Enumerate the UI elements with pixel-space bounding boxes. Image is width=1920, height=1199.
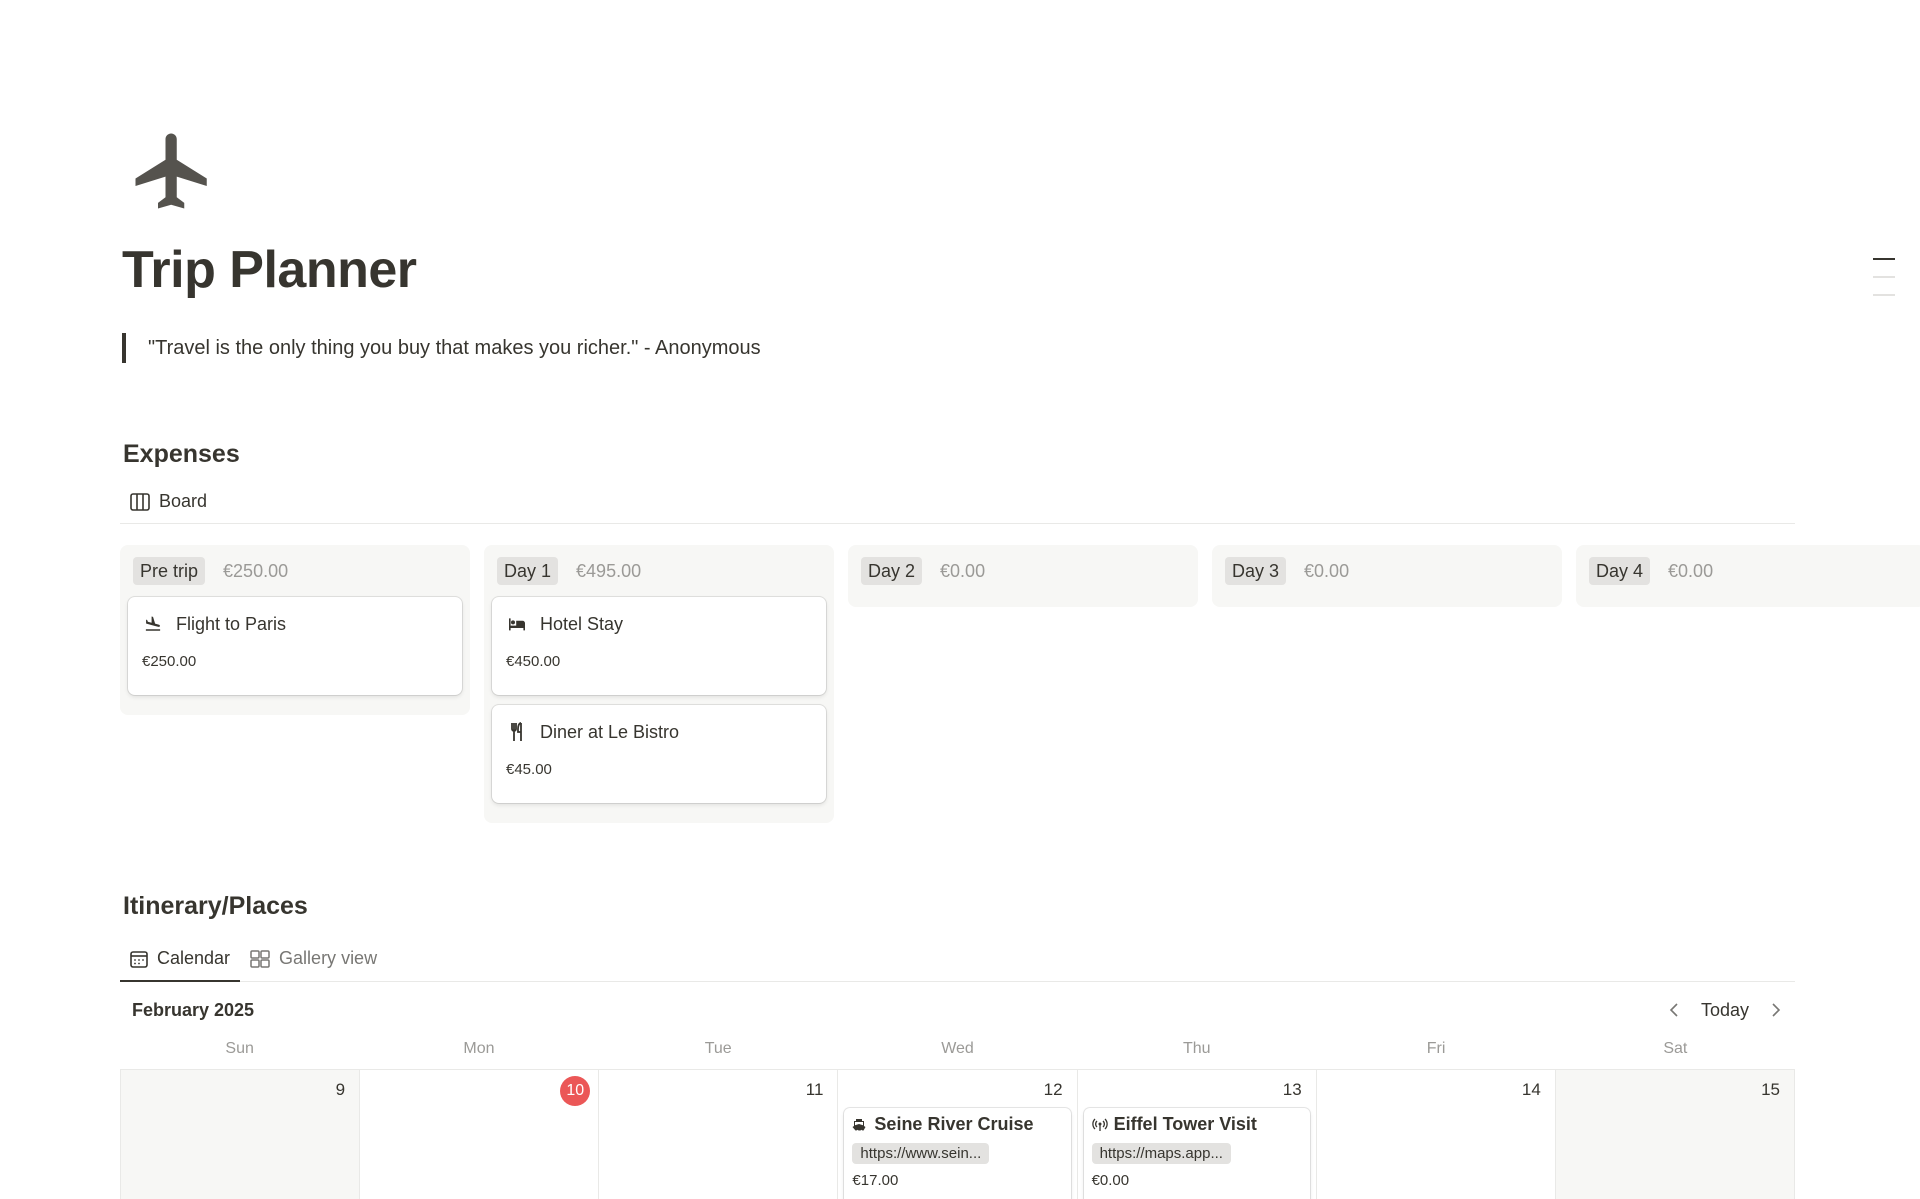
card-amount: €450.00 <box>506 653 561 670</box>
expense-card[interactable]: Flight to Paris €250.00 <box>128 597 462 695</box>
weekday-label: Thu <box>1182 1040 1211 1057</box>
column-header: Day 2 €0.00 <box>856 545 1190 597</box>
board-column-day-4: Day 4 €0.00 <box>1576 545 1920 607</box>
bed-icon <box>506 613 528 635</box>
column-sum: €0.00 <box>940 560 986 581</box>
day-number: 13 <box>1282 1080 1302 1099</box>
calendar-day-cell[interactable]: 14 <box>1317 1070 1556 1199</box>
column-tag[interactable]: Day 4 <box>1589 557 1651 585</box>
calendar-header: February 2025 Today <box>120 990 1795 1030</box>
column-sum: €250.00 <box>223 560 289 581</box>
day-number: 14 <box>1521 1080 1541 1099</box>
chevron-right-icon <box>1772 1003 1781 1017</box>
today-button[interactable]: Today <box>1695 995 1755 1025</box>
fork-knife-icon <box>506 721 528 743</box>
previous-month-button[interactable] <box>1663 995 1685 1025</box>
event-title: Eiffel Tower Visit <box>1113 1114 1257 1134</box>
itinerary-heading: Itinerary/Places <box>123 892 308 920</box>
weekday-label: Fri <box>1426 1040 1446 1057</box>
broadcast-icon <box>1091 1117 1108 1133</box>
column-sum: €495.00 <box>576 560 642 581</box>
itinerary-view-tabs: Calendar Gallery view <box>120 936 1795 982</box>
calendar-day-cell[interactable]: 12 Seine River Cruise https://www.sein..… <box>838 1070 1078 1199</box>
airplane-icon[interactable] <box>128 126 218 216</box>
weekday-label: Wed <box>941 1040 974 1057</box>
tab-board[interactable]: Board <box>120 480 217 524</box>
expenses-view-tabs: Board <box>120 480 1795 524</box>
column-header: Day 4 €0.00 <box>1584 545 1918 597</box>
calendar-icon <box>130 950 148 968</box>
calendar-day-cell[interactable]: 15 <box>1555 1070 1795 1199</box>
board-column-pre-trip: Pre trip €250.00 Flight to Paris €250.00 <box>120 545 470 715</box>
card-title: Diner at Le Bistro <box>540 721 680 742</box>
column-header: Day 1 €495.00 <box>492 545 826 597</box>
calendar-month: February 2025 <box>132 999 255 1020</box>
calendar-event[interactable]: Seine River Cruise https://www.sein... €… <box>844 1108 1071 1199</box>
column-header: Day 3 €0.00 <box>1220 545 1554 597</box>
quote-block: "Travel is the only thing you buy that m… <box>122 333 761 363</box>
expense-card[interactable]: Diner at Le Bistro €45.00 <box>492 705 826 803</box>
day-number: 15 <box>1761 1080 1780 1099</box>
tab-board-label: Board <box>159 491 208 511</box>
tab-gallery-view[interactable]: Gallery view <box>240 937 387 981</box>
page-title: Trip Planner <box>122 241 417 299</box>
weekday-label: Tue <box>704 1040 732 1057</box>
board-column-day-1: Day 1 €495.00 Hotel Stay €450.00 Diner a… <box>484 545 834 823</box>
card-title: Flight to Paris <box>176 613 287 634</box>
expense-card[interactable]: Hotel Stay €450.00 <box>492 597 826 695</box>
column-header: Pre trip €250.00 <box>128 545 462 597</box>
expenses-heading: Expenses <box>123 440 240 468</box>
page: Trip Planner "Travel is the only thing y… <box>0 0 1920 1199</box>
day-number-today: 10 <box>366 1076 592 1108</box>
tab-calendar-label: Calendar <box>157 948 231 968</box>
calendar-day-cell[interactable]: 10 <box>360 1070 600 1199</box>
next-month-button[interactable] <box>1765 995 1787 1025</box>
column-tag[interactable]: Day 2 <box>861 557 923 585</box>
calendar-day-cell[interactable]: 11 <box>599 1070 839 1199</box>
tab-gallery-label: Gallery view <box>279 948 378 968</box>
column-sum: €0.00 <box>1668 560 1714 581</box>
plane-landing-icon <box>142 613 164 635</box>
day-number: 9 <box>335 1080 346 1099</box>
event-amount: €0.00 <box>1091 1172 1130 1189</box>
card-amount: €45.00 <box>506 761 552 778</box>
calendar-grid: 9 10 11 12 Seine River Cruise https://ww… <box>120 1070 1795 1199</box>
board-column-day-3: Day 3 €0.00 <box>1212 545 1562 607</box>
calendar-weekdays: Sun Mon Tue Wed Thu Fri Sat <box>120 1034 1795 1070</box>
ship-icon <box>852 1117 868 1133</box>
day-number: 12 <box>1043 1080 1063 1099</box>
event-amount: €17.00 <box>852 1172 899 1189</box>
expenses-board: Pre trip €250.00 Flight to Paris €250.00… <box>120 545 1920 825</box>
gallery-icon <box>250 949 270 968</box>
calendar-day-cell[interactable]: 9 <box>121 1070 361 1199</box>
chevron-left-icon <box>1669 1003 1678 1017</box>
column-tag[interactable]: Pre trip <box>133 557 206 585</box>
calendar-day-cell[interactable]: 13 Eiffel Tower Visit https://maps.app..… <box>1078 1070 1317 1199</box>
column-sum: €0.00 <box>1304 560 1350 581</box>
event-link[interactable]: https://www.sein... <box>852 1143 990 1164</box>
today-badge: 10 <box>560 1076 591 1106</box>
tab-calendar[interactable]: Calendar <box>120 937 241 982</box>
calendar-nav: Today <box>1663 995 1795 1025</box>
card-amount: €250.00 <box>142 653 197 670</box>
column-tag[interactable]: Day 1 <box>497 557 559 585</box>
weekday-label: Mon <box>463 1040 495 1057</box>
event-title: Seine River Cruise <box>874 1114 1034 1134</box>
card-title: Hotel Stay <box>540 613 624 634</box>
board-column-day-2: Day 2 €0.00 <box>848 545 1198 607</box>
weekday-label: Sat <box>1663 1040 1688 1057</box>
event-link[interactable]: https://maps.app... <box>1091 1143 1231 1164</box>
column-tag[interactable]: Day 3 <box>1225 557 1287 585</box>
table-of-contents[interactable] <box>1873 258 1895 312</box>
calendar-event[interactable]: Eiffel Tower Visit https://maps.app... €… <box>1083 1108 1310 1199</box>
weekday-label: Sun <box>225 1040 254 1057</box>
board-icon <box>130 492 150 511</box>
day-number: 11 <box>805 1080 824 1099</box>
